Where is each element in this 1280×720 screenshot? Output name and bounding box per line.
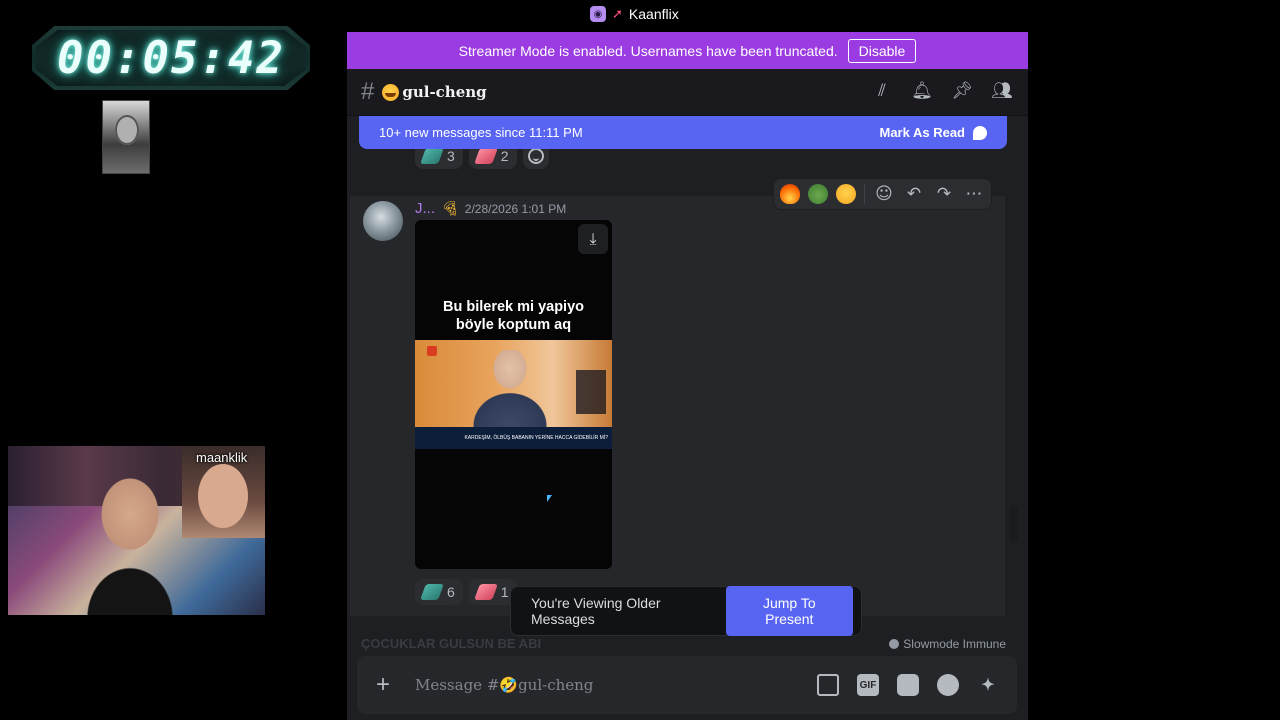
video-scoreboard (576, 370, 606, 414)
video-caption: Bu bilerek mi yapiyo böyle koptum aq (415, 298, 612, 334)
fire-emoji-icon[interactable] (780, 184, 800, 204)
mark-read-icon (973, 125, 987, 140)
message-composer: + GIF ✦ (357, 656, 1017, 714)
composer-tools: GIF ✦ (817, 674, 999, 696)
reaction-count: 6 (447, 584, 455, 600)
stream-timer: 00:05:42 (32, 26, 310, 90)
plus-icon[interactable]: + (369, 671, 397, 699)
timer-text: 00:05:42 (57, 32, 285, 84)
pink-emote-icon (473, 584, 498, 600)
teal-emote-icon (420, 584, 444, 600)
video-attachment[interactable]: ⤓ Bu bilerek mi yapiyo böyle koptum aq K… (415, 220, 612, 569)
disable-button[interactable]: Disable (847, 38, 917, 63)
sticker-icon[interactable] (897, 674, 919, 696)
streamer-mode-bar: Streamer Mode is enabled. Usernames have… (347, 32, 1028, 69)
channel-name: gul-cheng (402, 83, 487, 101)
mark-as-read-label: Mark As Read (879, 125, 966, 140)
window-title: ◉ ➚ Kaanflix (590, 6, 679, 22)
rocket-icon: ➚ (612, 6, 623, 21)
message-reactions: 6 1 (415, 579, 517, 605)
threads-icon[interactable]: ⫽ (872, 81, 892, 101)
webcam-name: maanklik (196, 450, 248, 465)
emoji-icon[interactable] (937, 674, 959, 696)
video-frame: KARDEŞİM, ÖLBÜŞ BABANIN YERİNE HACCA GİD… (415, 340, 612, 449)
username[interactable]: J... (415, 200, 435, 217)
timestamp: 2/28/2026 1:01 PM (464, 201, 567, 216)
reaction-count: 3 (447, 148, 455, 164)
app-icon: ◉ (590, 6, 606, 22)
reaction-teal[interactable]: 6 (415, 579, 463, 605)
teal-emote-icon (420, 148, 444, 164)
streamer-mode-message: Streamer Mode is enabled. Usernames have… (458, 42, 838, 59)
mouse-cursor (547, 495, 552, 502)
bell-icon[interactable]: 🔔︎ (911, 81, 933, 101)
portrait-image (102, 100, 150, 174)
laugh-emoji-icon[interactable] (836, 184, 856, 204)
more-icon[interactable]: ⋯ (963, 183, 985, 205)
slowmode-indicator: Slowmode Immune (889, 637, 1006, 651)
reaction-count: 1 (500, 584, 509, 600)
add-reaction-icon[interactable]: ☺ (873, 183, 895, 205)
new-messages-bar[interactable]: 10+ new messages since 11:11 PM Mark As … (359, 116, 1007, 149)
hash-icon: # (361, 78, 375, 105)
message-input[interactable] (415, 665, 817, 705)
message-list[interactable]: 10+ new messages since 11:11 PM Mark As … (347, 116, 1028, 656)
pepe-emoji-icon[interactable] (808, 184, 828, 204)
channel-logo (427, 346, 437, 356)
add-reaction-icon (527, 148, 544, 164)
video-person (465, 350, 555, 434)
faded-message: ÇOCUKLAR GULSUN BE ABI (361, 636, 542, 651)
window-title-text: Kaanflix (628, 6, 679, 22)
jump-to-present-button[interactable]: Jump To Present (725, 586, 853, 636)
webcam-person (70, 466, 190, 615)
apps-icon[interactable]: ✦ (977, 674, 999, 696)
scrollbar-thumb[interactable] (1010, 506, 1018, 542)
pizza-icon: 🍕︎ (441, 200, 459, 216)
gif-icon[interactable]: GIF (857, 674, 879, 696)
reaction-count: 2 (500, 148, 509, 164)
pink-emote-icon (473, 148, 498, 164)
caption-line-1: Bu bilerek mi yapiyo (442, 299, 585, 315)
reply-icon[interactable]: ↶ (903, 183, 925, 205)
discord-window: Streamer Mode is enabled. Usernames have… (347, 32, 1028, 720)
mark-as-read-button[interactable]: Mark As Read (879, 125, 987, 140)
avatar[interactable] (363, 201, 403, 241)
forward-icon[interactable]: ↷ (933, 183, 955, 205)
slowmode-label: Slowmode Immune (903, 636, 1006, 651)
older-messages-bar: You're Viewing Older Messages Jump To Pr… (510, 586, 862, 636)
header-toolbar: ⫽ 🔔︎ 📌︎ 👥︎ (872, 81, 1013, 101)
new-messages-text: 10+ new messages since 11:11 PM (379, 125, 583, 140)
toolbar-divider (864, 184, 865, 204)
video-lower-third: KARDEŞİM, ÖLBÜŞ BABANIN YERİNE HACCA GİD… (415, 427, 612, 449)
members-icon[interactable]: 👥︎ (991, 81, 1013, 101)
channel-header: # gul-cheng ⫽ 🔔︎ 📌︎ 👥︎ (347, 69, 1028, 116)
message-toolbar: ☺ ↶ ↷ ⋯ (773, 178, 992, 210)
gift-icon[interactable] (817, 674, 839, 696)
clock-icon (889, 638, 900, 649)
message-header: J... 🍕︎ 2/28/2026 1:01 PM (415, 200, 566, 217)
rofl-emoji-icon (382, 83, 400, 101)
webcam-feed: maanklik (8, 446, 265, 615)
download-icon[interactable]: ⤓ (578, 224, 608, 254)
pin-icon[interactable]: 📌︎ (951, 81, 973, 101)
older-messages-text: You're Viewing Older Messages (531, 595, 661, 627)
caption-line-2: böyle koptum aq (455, 317, 572, 333)
